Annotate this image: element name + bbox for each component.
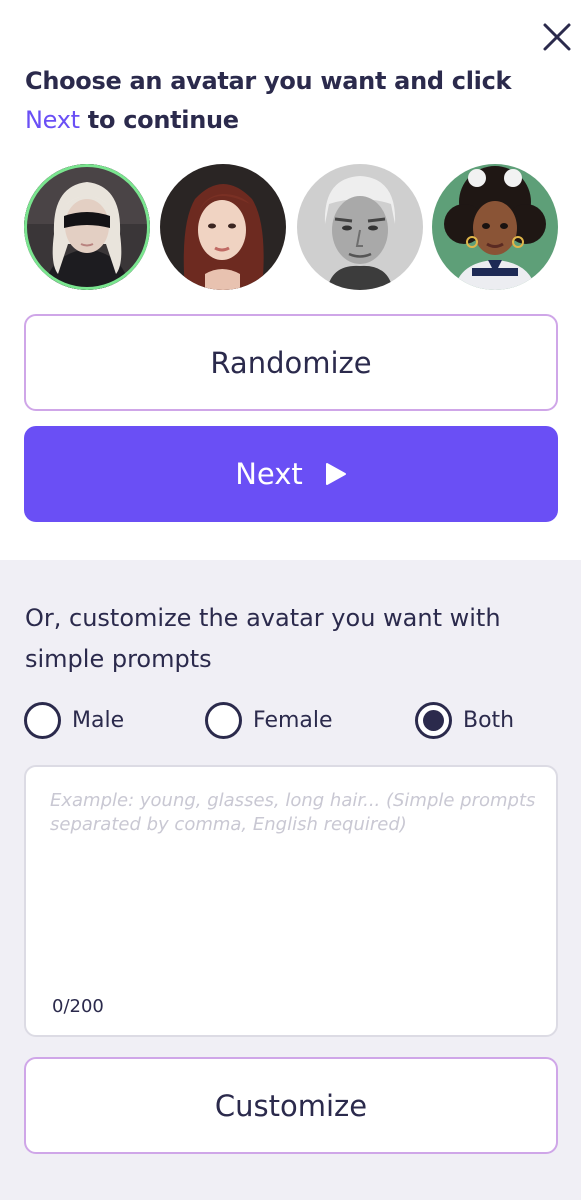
avatar-option-2[interactable] (160, 164, 286, 290)
close-icon[interactable] (540, 20, 574, 54)
next-label: Next (235, 457, 303, 491)
gender-radio-group: Male Female Both (24, 702, 564, 742)
radio-both-indicator[interactable] (415, 702, 452, 739)
radio-female[interactable]: Female (205, 702, 333, 739)
title-text: Choose an avatar you want and click (25, 67, 512, 95)
customize-button[interactable]: Customize (24, 1057, 558, 1154)
radio-female-indicator[interactable] (205, 702, 242, 739)
randomize-label: Randomize (210, 345, 372, 380)
title-text-end: to continue (87, 106, 239, 134)
radio-male-label: Male (72, 708, 125, 733)
page-title: Choose an avatar you want and click Next… (25, 62, 565, 140)
prompt-input[interactable] (50, 789, 540, 979)
title-accent: Next (25, 106, 80, 134)
radio-female-label: Female (253, 708, 333, 733)
avatar-option-3[interactable] (297, 164, 423, 290)
radio-both-label: Both (463, 708, 515, 733)
avatar-option-4[interactable] (432, 164, 558, 290)
play-icon (325, 463, 346, 485)
next-button[interactable]: Next (24, 426, 558, 522)
character-counter: 0/200 (52, 996, 104, 1017)
radio-both[interactable]: Both (415, 702, 514, 739)
customize-heading: Or, customize the avatar you want with s… (25, 604, 501, 673)
randomize-button[interactable]: Randomize (24, 314, 558, 411)
avatar-option-1[interactable] (24, 164, 150, 290)
radio-male-indicator[interactable] (24, 702, 61, 739)
customize-label: Customize (214, 1088, 368, 1123)
radio-selected-dot (423, 710, 444, 731)
prompt-box: 0/200 (24, 765, 558, 1037)
radio-male[interactable]: Male (24, 702, 124, 739)
